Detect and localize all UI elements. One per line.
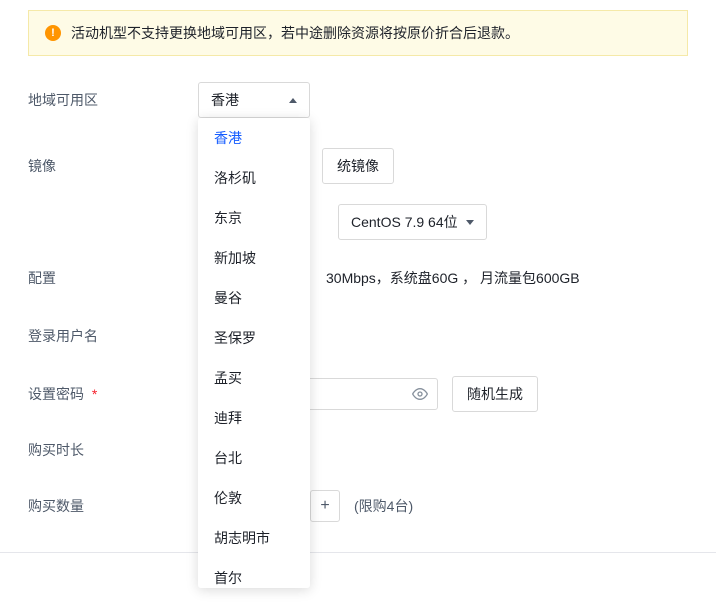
region-row: 地域可用区 香港 香港洛杉矶东京新加坡曼谷圣保罗孟买迪拜台北伦敦胡志明市首尔: [0, 82, 716, 138]
config-label: 配置: [28, 268, 198, 288]
quantity-label: 购买数量: [28, 496, 198, 516]
region-label: 地域可用区: [28, 82, 198, 110]
chevron-up-icon: [289, 98, 297, 103]
system-image-button[interactable]: 统镜像: [322, 148, 394, 184]
login-user-label: 登录用户名: [28, 326, 198, 346]
region-option[interactable]: 台北: [198, 438, 310, 478]
os-selected-value: CentOS 7.9 64位: [351, 212, 458, 232]
eye-icon[interactable]: [412, 386, 428, 402]
password-row: 设置密码 * 随机生成: [0, 366, 716, 422]
region-option[interactable]: 胡志明市: [198, 518, 310, 558]
duration-label: 购买时长: [28, 440, 198, 460]
config-text: 30Mbps，系统盘60G ， 月流量包600GB: [326, 268, 580, 288]
region-option[interactable]: 曼谷: [198, 278, 310, 318]
required-mark: *: [92, 386, 97, 402]
region-option[interactable]: 首尔: [198, 558, 310, 588]
alert-message: 活动机型不支持更换地域可用区，若中途删除资源将按原价折合后退款。: [71, 23, 519, 43]
os-row: CentOS 7.9 64位: [0, 194, 716, 250]
password-label: 设置密码 *: [28, 384, 198, 404]
region-option[interactable]: 圣保罗: [198, 318, 310, 358]
region-dropdown-menu: 香港洛杉矶东京新加坡曼谷圣保罗孟买迪拜台北伦敦胡志明市首尔: [198, 118, 310, 588]
quantity-row: 购买数量 + (限购4台): [0, 478, 716, 534]
region-select[interactable]: 香港: [198, 82, 310, 118]
chevron-down-icon: [466, 220, 474, 225]
region-option[interactable]: 新加坡: [198, 238, 310, 278]
quantity-plus-button[interactable]: +: [310, 490, 340, 522]
region-option[interactable]: 孟买: [198, 358, 310, 398]
login-user-row: 登录用户名: [0, 306, 716, 366]
region-option[interactable]: 东京: [198, 198, 310, 238]
quantity-limit-text: (限购4台): [354, 496, 413, 516]
region-option[interactable]: 香港: [198, 118, 310, 158]
random-generate-button[interactable]: 随机生成: [452, 376, 538, 412]
divider: [0, 552, 716, 553]
region-option[interactable]: 迪拜: [198, 398, 310, 438]
warning-icon: [45, 25, 61, 41]
image-row: 镜像 统镜像: [0, 138, 716, 194]
region-option[interactable]: 伦敦: [198, 478, 310, 518]
warning-alert: 活动机型不支持更换地域可用区，若中途删除资源将按原价折合后退款。: [28, 10, 688, 56]
region-option[interactable]: 洛杉矶: [198, 158, 310, 198]
region-selected-value: 香港: [211, 90, 239, 110]
os-select[interactable]: CentOS 7.9 64位: [338, 204, 487, 240]
duration-row: 购买时长: [0, 422, 716, 478]
config-row: 配置 30Mbps，系统盘60G ， 月流量包600GB: [0, 250, 716, 306]
image-label: 镜像: [28, 156, 198, 176]
